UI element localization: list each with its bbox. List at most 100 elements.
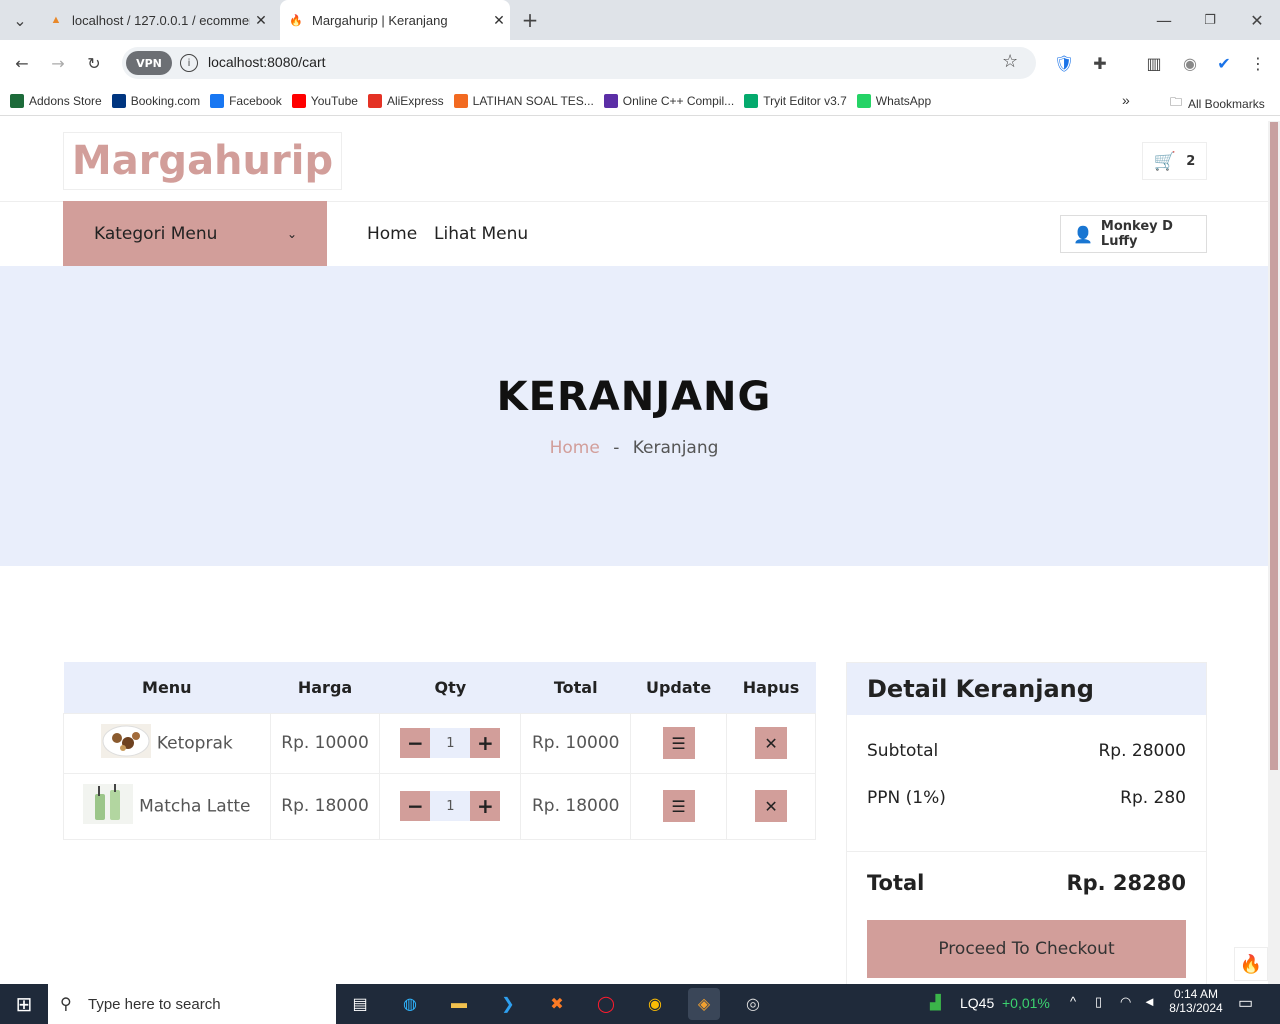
wifi-icon[interactable]: ◠ xyxy=(1120,994,1131,1010)
tab-search-icon[interactable]: ⌄ xyxy=(6,6,34,34)
debug-toolbar-icon[interactable]: 🔥 xyxy=(1234,947,1268,981)
bookmark-favicon-icon xyxy=(453,93,468,108)
shield-icon[interactable]: ✔ xyxy=(1210,49,1238,77)
clock[interactable]: 0:14 AM 8/13/2024 xyxy=(1168,987,1224,1015)
new-tab-icon[interactable]: + xyxy=(516,6,544,34)
ppn-row: PPN (1%) Rp. 280 xyxy=(867,788,1186,808)
site-info-icon[interactable]: i xyxy=(180,54,198,72)
cart-detail-panel: Detail Keranjang Subtotal Rp. 28000 PPN … xyxy=(846,662,1207,984)
password-manager-icon[interactable]: 🛡 xyxy=(1050,49,1078,77)
all-bookmarks[interactable]: 🗀 All Bookmarks xyxy=(1170,93,1265,114)
bookmark-item[interactable]: Tryit Editor v3.7 xyxy=(744,93,847,108)
vscode-icon[interactable]: ❯ xyxy=(492,988,524,1020)
decrease-qty-button[interactable]: − xyxy=(400,791,431,821)
user-menu-button[interactable]: 👤 Monkey D Luffy xyxy=(1060,215,1207,253)
window-close-icon[interactable]: ✕ xyxy=(1243,6,1271,34)
flame-icon: 🔥 xyxy=(289,14,303,27)
vpn-badge[interactable]: VPN xyxy=(126,51,172,75)
close-icon[interactable]: ✕ xyxy=(488,12,510,29)
chevron-down-icon: ⌄ xyxy=(286,226,297,241)
checkout-button[interactable]: Proceed To Checkout xyxy=(867,920,1186,978)
task-view-icon[interactable]: ▤ xyxy=(344,988,376,1020)
col-update: Update xyxy=(630,662,727,713)
total-cell: Rp. 10000 xyxy=(520,712,632,774)
chrome-icon[interactable]: ◉ xyxy=(639,988,671,1020)
user-icon: 👤 xyxy=(1073,224,1093,244)
bookmark-item[interactable]: WhatsApp xyxy=(856,93,931,108)
bookmark-item[interactable]: Online C++ Compil... xyxy=(603,93,734,108)
divider xyxy=(847,851,1206,852)
cart-button[interactable]: 🛒 2 xyxy=(1142,142,1207,180)
increase-qty-button[interactable]: + xyxy=(470,791,501,821)
qty-input[interactable]: 1 xyxy=(430,791,471,821)
tab-phpmyadmin[interactable]: ▲ localhost / 127.0.0.1 / ecommerce ✕ xyxy=(38,0,272,40)
back-icon[interactable]: ← xyxy=(8,49,36,77)
qty-input[interactable]: 1 xyxy=(430,728,471,758)
address-bar[interactable]: VPN i localhost:8080/cart ☆ xyxy=(122,47,1036,79)
volume-icon[interactable]: ◄ xyxy=(1143,994,1156,1009)
extensions-icon[interactable]: ✚ xyxy=(1086,49,1114,77)
restore-icon[interactable]: ❐ xyxy=(1196,6,1224,34)
windows-taskbar: ⊞ ⚲ Type here to search ▤ ◍ ▬ ❯ ✖ ◯ ◉ ◈ … xyxy=(0,984,1280,1024)
url-text[interactable]: localhost:8080/cart xyxy=(208,54,326,70)
bookmark-star-icon[interactable]: ☆ xyxy=(1002,51,1018,72)
file-explorer-icon[interactable]: ▬ xyxy=(443,988,475,1020)
tray-arrow-icon[interactable]: ^ xyxy=(1070,994,1076,1009)
bookmark-favicon-icon xyxy=(856,93,871,108)
detail-title: Detail Keranjang xyxy=(847,663,1206,715)
reload-icon[interactable]: ↻ xyxy=(80,49,108,77)
bookmark-favicon-icon xyxy=(603,93,618,108)
bookmark-item[interactable]: LATIHAN SOAL TES... xyxy=(453,93,594,108)
bookmark-item[interactable]: Facebook xyxy=(210,93,282,108)
xampp-icon[interactable]: ✖ xyxy=(541,988,573,1020)
bookmark-item[interactable]: AliExpress xyxy=(367,93,444,108)
bookmark-item[interactable]: YouTube xyxy=(291,93,358,108)
minimize-icon[interactable]: — xyxy=(1150,6,1178,34)
browser-active-icon[interactable]: ◈ xyxy=(688,988,720,1020)
bookmark-favicon-icon xyxy=(111,93,126,108)
app-icon[interactable]: ◎ xyxy=(737,988,769,1020)
bookmark-item[interactable]: Booking.com xyxy=(111,93,200,108)
notification-icon[interactable]: ▭ xyxy=(1238,993,1253,1013)
decrease-qty-button[interactable]: − xyxy=(400,728,431,758)
delete-button[interactable]: ✕ xyxy=(755,727,788,759)
edge-icon[interactable]: ◍ xyxy=(394,988,426,1020)
windows-start-icon[interactable]: ⊞ xyxy=(8,988,40,1020)
matcha-latte-image xyxy=(83,783,134,829)
site-logo[interactable]: Margahurip xyxy=(63,132,342,190)
opera-icon[interactable]: ◯ xyxy=(590,988,622,1020)
breadcrumb-current: Keranjang xyxy=(632,438,719,458)
update-button[interactable]: ☰ xyxy=(662,790,695,822)
close-icon[interactable]: ✕ xyxy=(250,12,272,29)
nav-home[interactable]: Home xyxy=(367,201,417,266)
kategori-menu-button[interactable]: Kategori Menu ⌄ xyxy=(63,201,327,266)
side-panel-icon[interactable]: ▥ xyxy=(1140,49,1168,77)
menu-cell: Matcha Latte xyxy=(63,772,271,840)
tab-keranjang[interactable]: 🔥 Margahurip | Keranjang ✕ xyxy=(280,0,510,40)
stock-name[interactable]: LQ45 xyxy=(960,995,994,1011)
tray-device-icon[interactable]: ▯ xyxy=(1095,994,1102,1010)
scrollbar-thumb[interactable] xyxy=(1270,122,1278,770)
breadcrumb-home[interactable]: Home xyxy=(550,438,600,458)
table-row: Ketoprak Rp. 10000 − 1 + Rp. 10000 ☰ ✕ xyxy=(63,712,816,774)
price-cell: Rp. 18000 xyxy=(269,772,381,840)
ketoprak-image xyxy=(100,723,151,763)
bookmark-item[interactable]: Addons Store xyxy=(10,93,102,108)
cart-table: Menu Harga Qty Total Update Hapus Ketopr… xyxy=(63,662,816,840)
delete-button[interactable]: ✕ xyxy=(755,790,788,822)
col-harga: Harga xyxy=(270,662,380,713)
menu-cell: Ketoprak xyxy=(63,712,271,774)
cart-icon: 🛒 xyxy=(1153,150,1177,172)
subtotal-row: Subtotal Rp. 28000 xyxy=(867,741,1186,761)
hapus-cell: ✕ xyxy=(726,712,816,774)
nav-lihat-menu[interactable]: Lihat Menu xyxy=(434,201,528,266)
profile-icon[interactable]: ◉ xyxy=(1176,49,1204,77)
increase-qty-button[interactable]: + xyxy=(470,728,501,758)
more-bookmarks-icon[interactable]: » xyxy=(1122,92,1130,108)
taskbar-search[interactable]: ⚲ Type here to search xyxy=(48,984,336,1024)
update-button[interactable]: ☰ xyxy=(662,727,695,759)
stock-chart-icon: ▟ xyxy=(930,994,941,1010)
qty-cell: − 1 + xyxy=(379,712,522,774)
menu-icon[interactable]: ⋮ xyxy=(1244,49,1272,77)
forward-icon[interactable]: → xyxy=(44,49,72,77)
